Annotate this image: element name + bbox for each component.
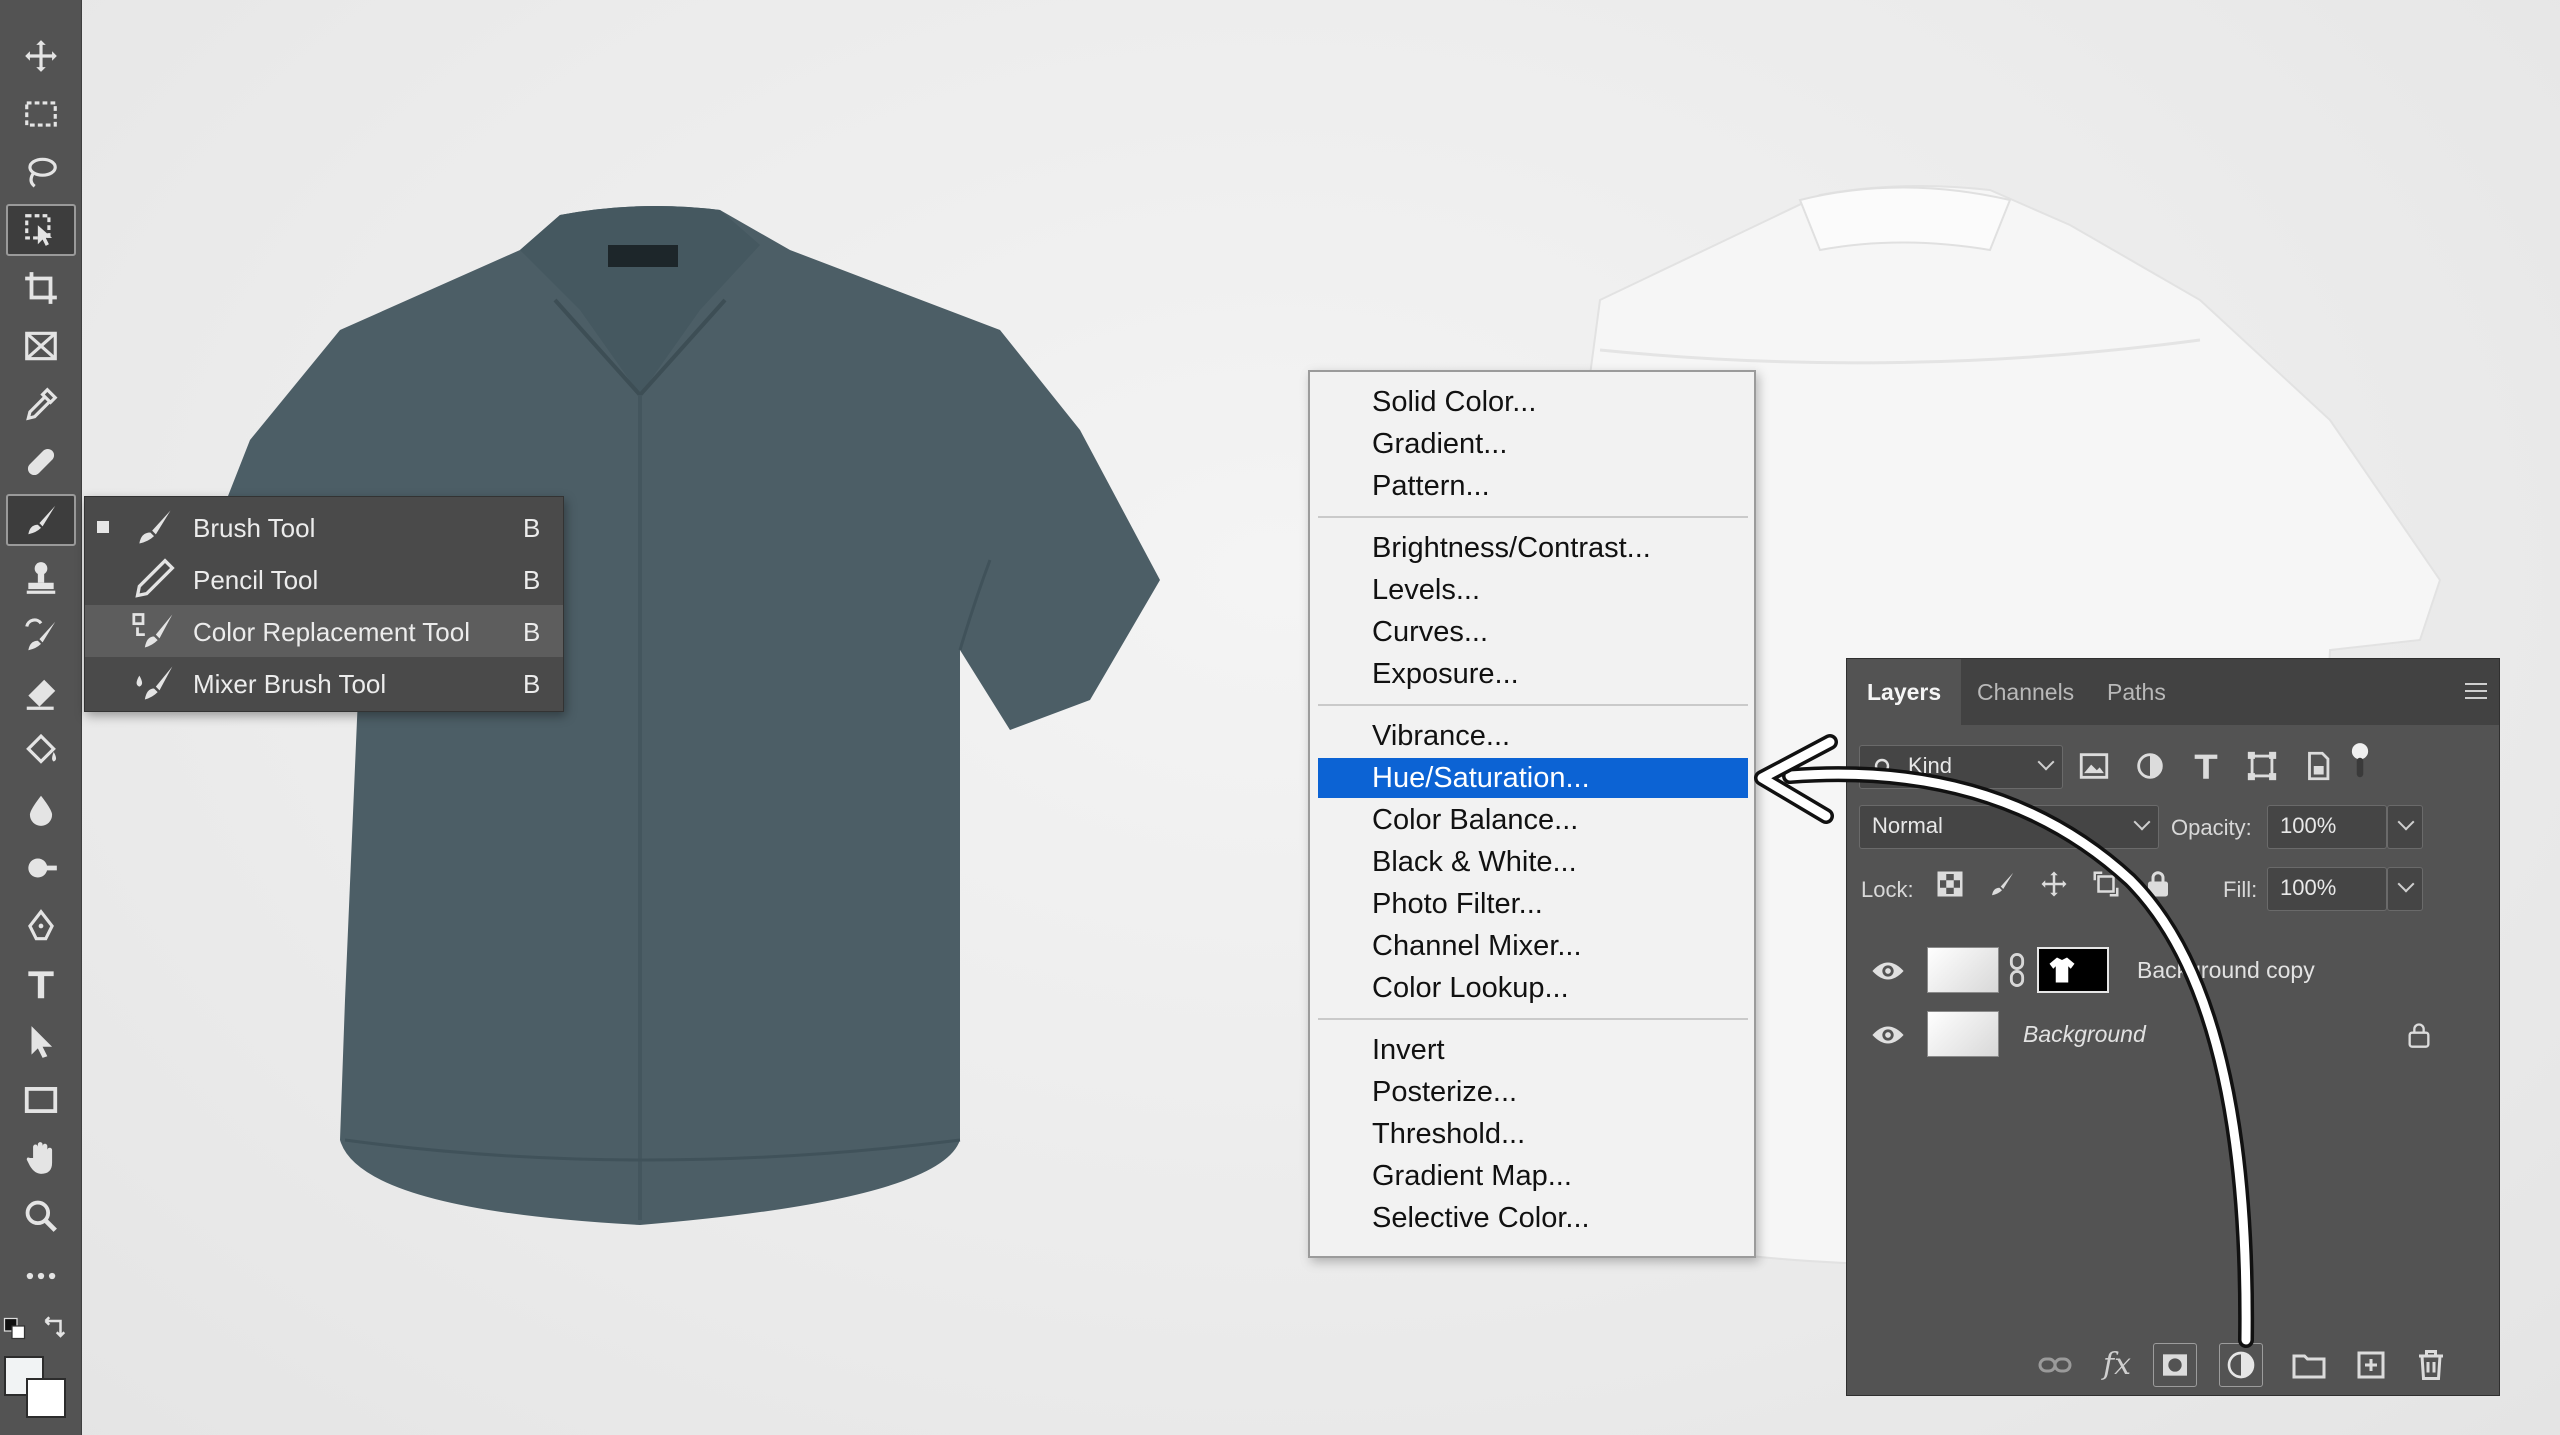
tutorial-arrow-annotation	[1754, 734, 2255, 1348]
